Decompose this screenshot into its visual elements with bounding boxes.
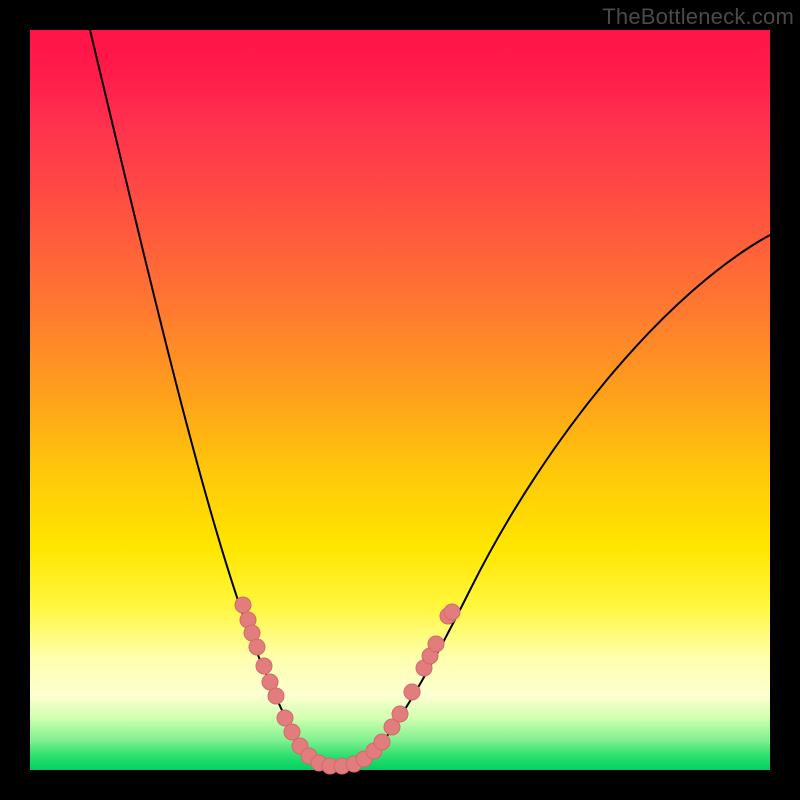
curve-layer [30,30,770,770]
chart-frame: TheBottleneck.com [0,0,800,800]
data-bead [404,684,420,700]
data-bead [284,724,300,740]
data-bead [392,706,408,722]
plot-area [30,30,770,770]
data-bead [256,658,272,674]
data-bead [249,639,265,655]
watermark-text: TheBottleneck.com [602,4,794,30]
data-bead [235,597,251,613]
data-bead [277,710,293,726]
data-bead [444,604,460,620]
data-beads-group [235,597,460,774]
data-bead [428,636,444,652]
data-bead [268,688,284,704]
data-bead [374,734,390,750]
